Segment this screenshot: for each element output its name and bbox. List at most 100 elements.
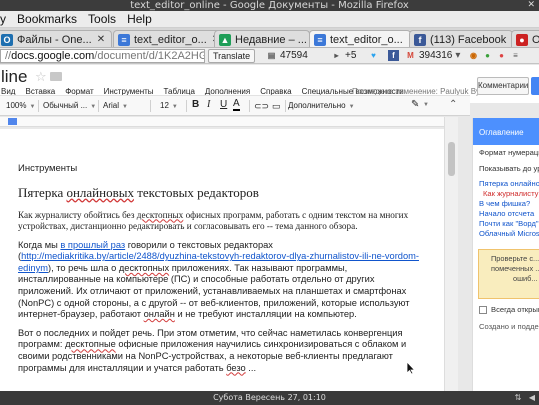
system-taskbar: Субота Вересень 27, 01:10 ⇅ ◀	[0, 391, 539, 405]
outline-item[interactable]: Как журналисту ...	[473, 189, 539, 199]
intro-text: Как журналисту обойтись без	[18, 209, 137, 220]
outline-item[interactable]: Начало отсчета	[473, 209, 539, 219]
translate-button[interactable]: Translate	[208, 49, 256, 63]
tab-docs-active[interactable]: ≡ text_editor_o... ✕	[309, 30, 411, 47]
overflow-menu-icon[interactable]: ≡	[510, 50, 521, 61]
show-levels-option[interactable]: Показывать до уро...	[473, 161, 539, 173]
url-path: /document/d/1K2A2HGNeXR9i	[94, 50, 204, 62]
numbering-format-option[interactable]: Формат нумерации заголовков	[473, 145, 539, 157]
spellcheck-word[interactable]: безо	[226, 363, 246, 373]
article-link[interactable]: в прошлый раз	[60, 240, 125, 250]
spellcheck-word[interactable]: десктопные	[65, 339, 116, 349]
comments-button[interactable]: Комментарии	[477, 77, 529, 95]
italic-button[interactable]: I	[207, 99, 210, 110]
extension-facebook[interactable]: f	[388, 50, 402, 61]
style-value: Обычный ...	[43, 101, 88, 110]
spellcheck-word[interactable]: десктопных	[119, 263, 169, 273]
tab-other[interactable]: ● Об	[511, 30, 539, 47]
network-icon[interactable]: ⇅	[513, 393, 523, 403]
toolbar-divider	[186, 100, 187, 112]
chevron-down-icon[interactable]: ▼	[423, 102, 429, 108]
outline-footer: Создано и поддерживае...	[479, 322, 539, 331]
chevron-down-icon: ▼	[348, 104, 355, 110]
red-extension-icon[interactable]: ●	[496, 50, 507, 61]
document-page[interactable]: Инструменты Пятерка онлайновых текстовых…	[0, 129, 444, 391]
more-button[interactable]: Дополнительно ▼	[288, 101, 355, 110]
font-value: Arial	[103, 101, 120, 110]
document-title[interactable]: line	[1, 67, 27, 87]
outline-item[interactable]: Пятерка онлайновых...	[473, 179, 539, 189]
heading-text: текстовых редакторов	[133, 184, 259, 200]
more-label: Дополнительно	[288, 101, 346, 110]
window-titlebar: text_editor_online - Google Документы - …	[0, 0, 539, 11]
outline-item[interactable]: В чем фишка?	[473, 199, 539, 209]
taskbar-clock[interactable]: Субота Вересень 27, 01:10	[0, 391, 539, 405]
toolbar-icons: ◉ ● ● ≡	[468, 50, 524, 61]
google-docs-icon: ≡	[118, 33, 130, 46]
extension-twitter[interactable]: ♥	[368, 50, 382, 61]
comment-icon[interactable]: ▭	[272, 101, 281, 112]
chevron-down-icon: ▼	[90, 104, 97, 110]
stats-icon: ▤	[267, 51, 276, 60]
star-icon[interactable]: ☆	[35, 70, 47, 85]
paragraph-text: ...	[245, 362, 257, 373]
url-field[interactable]: //docs.google.com/document/d/1K2A2HGNeXR…	[0, 49, 205, 63]
font-size-select[interactable]: 12 ▼	[160, 101, 178, 110]
ruler[interactable]	[0, 117, 458, 127]
notice-line: помеченных ...	[491, 264, 539, 273]
tab-label: (113) Facebook	[430, 33, 507, 46]
tab-onedrive[interactable]: O Файлы - One... ✕	[0, 30, 112, 47]
underline-button[interactable]: U	[220, 99, 227, 110]
tab-facebook[interactable]: f (113) Facebook	[409, 30, 513, 47]
document-canvas[interactable]: Инструменты Пятерка онлайновых текстовых…	[0, 117, 458, 391]
link-icon[interactable]: ⊂⊃	[254, 101, 269, 112]
extension-counter[interactable]: ▤ 47594	[266, 50, 308, 62]
window-close-icon[interactable]: ✕	[527, 0, 535, 11]
tab-label: text_editor_o...	[134, 33, 207, 46]
extension-plus[interactable]: ▸ +5	[331, 50, 356, 62]
dropdown-arrow-icon[interactable]: ▾	[455, 50, 460, 62]
fox-icon[interactable]: ◉	[468, 50, 479, 61]
spellcheck-word[interactable]: десктопных	[137, 210, 184, 220]
extension-gmail[interactable]: M 394316 ▾	[405, 50, 460, 62]
twitter-icon: ♥	[371, 50, 376, 60]
zoom-select[interactable]: 100% ▼	[6, 101, 35, 110]
close-tab-icon[interactable]: ✕	[97, 34, 105, 45]
tab-label: Файлы - One...	[17, 33, 92, 46]
text-color-button[interactable]: A	[233, 99, 240, 111]
checkbox-label: Всегда открыва...	[491, 305, 539, 314]
always-open-checkbox[interactable]: Всегда открыва...	[479, 305, 539, 314]
outline-panel: Оглавление Формат нумерации заголовков П…	[472, 118, 539, 391]
menu-help[interactable]: Help	[127, 12, 152, 26]
outline-item[interactable]: Облачный Microsoft...	[473, 229, 539, 239]
scrollbar-thumb[interactable]	[448, 142, 455, 176]
tab-drive-recent[interactable]: ▲ Недавние – ... ✕	[214, 30, 310, 47]
spellcheck-word[interactable]: онлайн	[144, 309, 175, 319]
tab-strip: O Файлы - One... ✕ ≡ text_editor_o... ✕ …	[0, 28, 539, 48]
mouse-cursor-icon	[406, 361, 416, 375]
outline-item[interactable]: Почти как "Ворд"	[473, 219, 539, 229]
menu-tools[interactable]: Tools	[88, 12, 116, 26]
paragraph-text: ), то речь шла о	[47, 262, 119, 273]
toolbar-divider	[249, 100, 250, 112]
folder-icon[interactable]	[50, 72, 62, 81]
menu-history[interactable]: tory	[0, 12, 6, 26]
document-scrollbar[interactable]	[444, 117, 458, 391]
indent-marker[interactable]	[8, 118, 17, 125]
style-select[interactable]: Обычный ... ▼	[43, 101, 96, 110]
share-button[interactable]	[531, 77, 539, 95]
outline-header: Оглавление	[473, 118, 539, 145]
checkbox-box[interactable]	[479, 305, 487, 314]
green-extension-icon[interactable]: ●	[482, 50, 493, 61]
collapse-icon[interactable]: ⌃	[449, 99, 457, 110]
spellcheck-word[interactable]: онлайновых	[66, 185, 134, 200]
font-size-value: 12	[160, 101, 169, 110]
menu-bookmarks[interactable]: Bookmarks	[17, 12, 77, 26]
notice-line: Проверьте с...	[491, 254, 539, 263]
tab-label: Об	[532, 34, 539, 46]
volume-icon[interactable]: ◀	[527, 393, 537, 403]
font-select[interactable]: Arial ▼	[103, 101, 128, 110]
toolbar-divider	[285, 100, 286, 112]
bold-button[interactable]: B	[192, 99, 199, 110]
pencil-icon[interactable]: ✎	[411, 99, 419, 110]
